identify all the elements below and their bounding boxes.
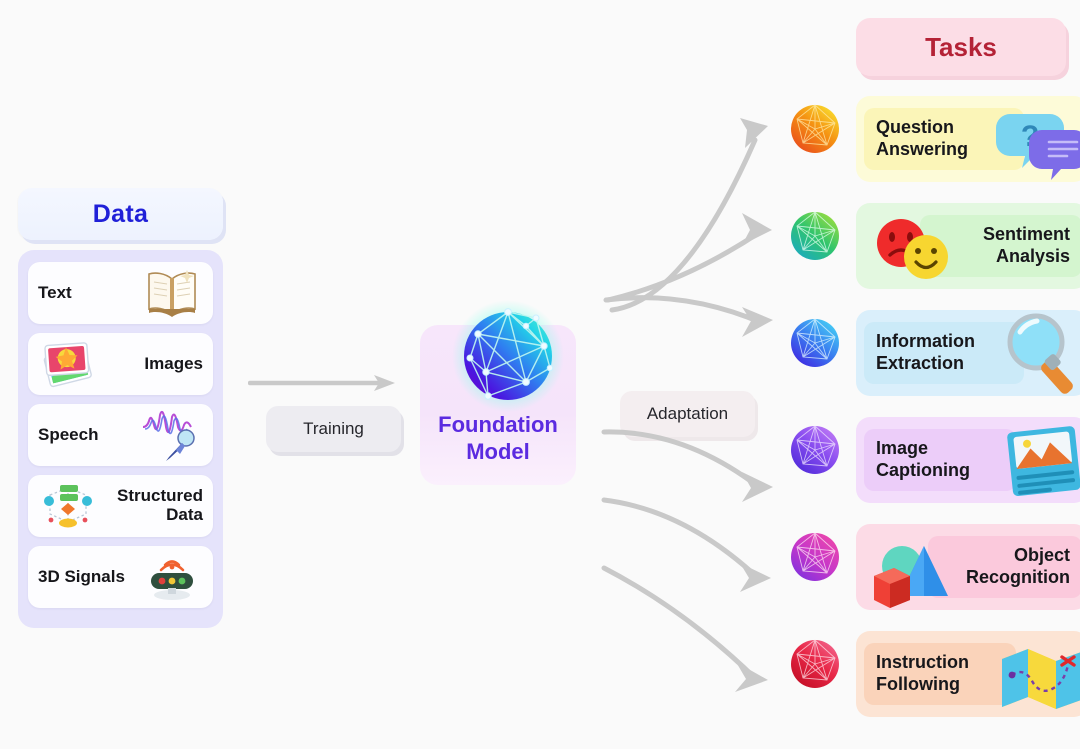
data-panel: Text Images Speech Structured Data 3D Si… bbox=[18, 250, 223, 628]
task-card-instruction-following[interactable]: Instruction Following bbox=[856, 631, 1080, 717]
task-label: Question Answering bbox=[876, 117, 969, 159]
framed-picture-text-icon bbox=[1007, 426, 1080, 496]
training-label: Training bbox=[303, 419, 364, 438]
data-item-text[interactable]: Text bbox=[28, 262, 213, 324]
data-item-structured-data[interactable]: Structured Data bbox=[28, 475, 213, 537]
data-item-3d-signals[interactable]: 3D Signals bbox=[28, 546, 213, 608]
sad-happy-faces-icon bbox=[877, 219, 948, 279]
task-label: Image Captioning bbox=[876, 438, 970, 480]
data-item-images[interactable]: Images bbox=[28, 333, 213, 395]
polyhedron-sphere-red-crimson-icon bbox=[791, 639, 839, 688]
data-flow-icon bbox=[38, 478, 100, 534]
task-label-pill: Image Captioning bbox=[864, 429, 1016, 491]
training-label-pill: Training bbox=[266, 406, 401, 452]
polyhedron-sphere-magenta-pink-icon bbox=[791, 532, 839, 581]
lidar-sensor-icon bbox=[141, 549, 203, 605]
task-label: Sentiment Analysis bbox=[982, 224, 1070, 266]
open-book-icon bbox=[141, 265, 203, 321]
adaptation-arrows-icon bbox=[601, 118, 773, 692]
speech-bubbles-question-icon: ? bbox=[996, 114, 1080, 180]
foundation-model-label: Foundation Model bbox=[438, 412, 558, 464]
task-card-question-answering[interactable]: Question Answering ? bbox=[856, 96, 1080, 182]
data-item-label: Speech bbox=[38, 424, 99, 444]
folded-map-route-icon bbox=[1002, 649, 1080, 709]
microphone-wave-icon bbox=[141, 407, 203, 463]
polyhedron-sphere-green-teal-icon bbox=[791, 211, 839, 260]
task-card-object-recognition[interactable]: Object Recognition bbox=[856, 524, 1080, 610]
task-label-pill: Instruction Following bbox=[864, 643, 1016, 705]
polyhedron-sphere-yellow-orange-icon bbox=[791, 104, 839, 153]
training-arrow-icon bbox=[248, 375, 395, 391]
data-header: Data bbox=[18, 188, 223, 240]
magnifying-glass-icon bbox=[1007, 313, 1073, 394]
photos-stack-icon bbox=[38, 336, 100, 392]
task-label: Instruction Following bbox=[876, 652, 969, 694]
tasks-header-label: Tasks bbox=[925, 31, 997, 62]
data-item-speech[interactable]: Speech bbox=[28, 404, 213, 466]
data-item-label: Structured Data bbox=[117, 486, 203, 524]
network-sphere-icon bbox=[452, 300, 564, 412]
tasks-header: Tasks bbox=[856, 18, 1066, 76]
task-card-information-extraction[interactable]: Information Extraction bbox=[856, 310, 1080, 396]
polyhedron-sphere-violet-purple-icon bbox=[791, 425, 839, 474]
data-item-label: Text bbox=[38, 282, 72, 302]
data-header-label: Data bbox=[92, 199, 149, 228]
task-card-image-captioning[interactable]: Image Captioning bbox=[856, 417, 1080, 503]
task-card-sentiment-analysis[interactable]: Sentiment Analysis bbox=[856, 203, 1080, 289]
polyhedron-sphere-cyan-blue-icon bbox=[791, 318, 839, 367]
diagram-canvas: Data Text Images Speech Structured Data … bbox=[0, 0, 1080, 749]
data-item-label: 3D Signals bbox=[38, 566, 125, 586]
task-label: Information Extraction bbox=[876, 331, 975, 373]
data-item-label: Images bbox=[144, 353, 203, 373]
task-label: Object Recognition bbox=[966, 545, 1070, 587]
geometric-shapes-icon bbox=[874, 546, 948, 608]
